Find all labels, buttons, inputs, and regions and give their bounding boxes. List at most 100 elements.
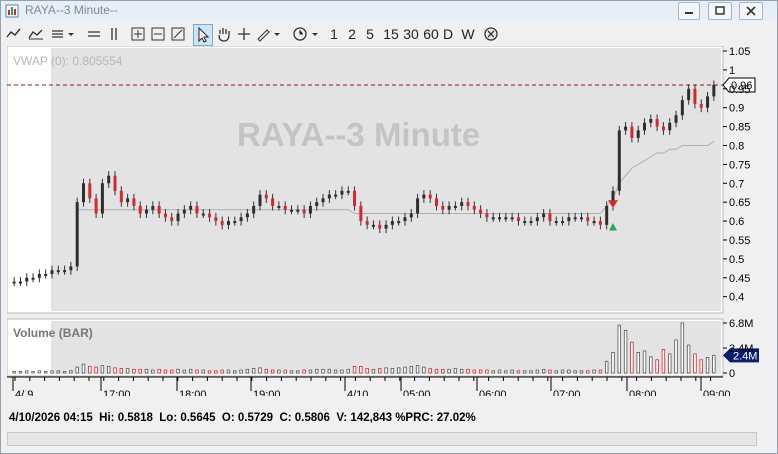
candle-body (132, 198, 136, 206)
candle-body (69, 266, 73, 271)
pencil-dropdown-icon[interactable] (255, 24, 285, 44)
minimize-button[interactable] (678, 2, 700, 20)
clock-dropdown-icon[interactable] (291, 24, 323, 44)
status-volume: V: 142,843 (336, 412, 392, 424)
chart-canvas[interactable]: VWAP (0): 0.805554 RAYA--3 Minute Volume… (7, 46, 773, 396)
window-title: RAYA--3 Minute-- (25, 3, 118, 17)
volume-bar (315, 368, 319, 374)
period-button-60[interactable]: 60 (421, 24, 441, 44)
period-button-5[interactable]: 5 (363, 24, 377, 44)
candle-body (321, 198, 325, 203)
volume-bar (516, 370, 521, 374)
candle-body (390, 221, 394, 225)
chart-style-dropdown-icon[interactable] (49, 24, 79, 44)
volume-bar (43, 371, 48, 374)
volume-bar (655, 359, 659, 374)
period-button-w[interactable]: W (461, 24, 475, 44)
candle-body (409, 213, 413, 218)
cancel-circle-icon[interactable] (482, 24, 500, 44)
close-button[interactable] (739, 2, 763, 20)
volume-bar (31, 371, 35, 374)
volume-bar (327, 368, 332, 374)
volume-bar (308, 369, 313, 374)
volume-bar (491, 370, 495, 374)
candle-body (176, 213, 180, 222)
volume-bar (567, 369, 571, 374)
volume-bar (163, 369, 168, 374)
candle-body (50, 270, 54, 274)
zoom-in-icon[interactable] (129, 24, 147, 44)
period-button-1[interactable]: 1 (327, 24, 341, 44)
candle-body (277, 205, 281, 208)
zoom-out-icon[interactable] (149, 24, 167, 44)
volume-bar (226, 369, 231, 374)
horizontal-line-icon[interactable] (85, 24, 103, 44)
candle-body (712, 85, 716, 97)
status-prc: %PRC: 27.02% (395, 412, 476, 424)
vertical-line-icon[interactable] (105, 24, 123, 44)
line-chart-icon[interactable] (5, 24, 23, 44)
candle-body (510, 217, 514, 220)
pointer-tool[interactable] (193, 24, 213, 46)
volume-bar (107, 365, 111, 374)
candle-body (119, 190, 123, 203)
volume-bar (62, 371, 67, 374)
volume-bar (258, 367, 262, 374)
volume-bar (251, 368, 256, 374)
candle-body (504, 217, 508, 220)
candle-body (535, 217, 539, 222)
volume-bar (390, 368, 395, 374)
candle-body (359, 205, 363, 222)
candle-body (340, 190, 344, 195)
volume-bar (693, 353, 697, 374)
zoom-fit-icon[interactable] (169, 24, 187, 44)
candle-body (371, 224, 375, 227)
candle-body (661, 126, 665, 131)
mountain-chart-icon[interactable] (27, 24, 45, 44)
volume-bar (636, 352, 640, 374)
chart-watermark: RAYA--3 Minute (237, 116, 480, 153)
candle-body (397, 221, 401, 224)
volume-bar (37, 370, 42, 374)
candle-body (302, 209, 306, 214)
vwap-label: VWAP (0): 0.805554 (13, 54, 123, 68)
volume-bar (478, 369, 483, 374)
volume-bar (523, 370, 527, 374)
period-button-d[interactable]: D (441, 24, 455, 44)
period-button-30[interactable]: 30 (401, 24, 421, 44)
volume-bar (207, 370, 212, 374)
crosshair-icon[interactable] (235, 24, 253, 44)
period-button-15[interactable]: 15 (381, 24, 401, 44)
volume-bar (604, 360, 609, 374)
volume-bar (289, 370, 294, 374)
volume-bar (668, 353, 672, 374)
period-button-2[interactable]: 2 (345, 24, 359, 44)
candle-body (592, 221, 596, 224)
volume-tick-label: 3.4M (729, 343, 753, 355)
volume-bar (396, 367, 401, 374)
candle-body (163, 213, 167, 218)
candle-body (624, 126, 628, 131)
restore-button[interactable] (708, 2, 732, 20)
volume-bar (447, 368, 451, 374)
horizontal-scrollbar[interactable] (7, 432, 757, 446)
candle-body (201, 213, 205, 216)
volume-bar (170, 369, 174, 374)
candle-body (554, 221, 558, 224)
hand-icon[interactable] (215, 24, 233, 44)
candle-body (214, 217, 218, 222)
volume-bar (151, 369, 155, 374)
volume-bar (233, 370, 237, 374)
time-axis-label: 18:00 (179, 389, 207, 396)
status-open: O: 0.5729 (221, 412, 274, 424)
volume-bar (270, 369, 275, 374)
time-axis-label: 4/ 9 (15, 389, 33, 396)
volume-bar (144, 368, 149, 374)
price-tick-label: 0.7 (729, 178, 744, 190)
candle-body (138, 205, 142, 214)
candle-body (31, 277, 35, 280)
candle-body (434, 198, 438, 206)
candle-body (668, 122, 672, 131)
price-tick-label: 0.9 (729, 103, 744, 115)
candle-body (252, 205, 256, 214)
